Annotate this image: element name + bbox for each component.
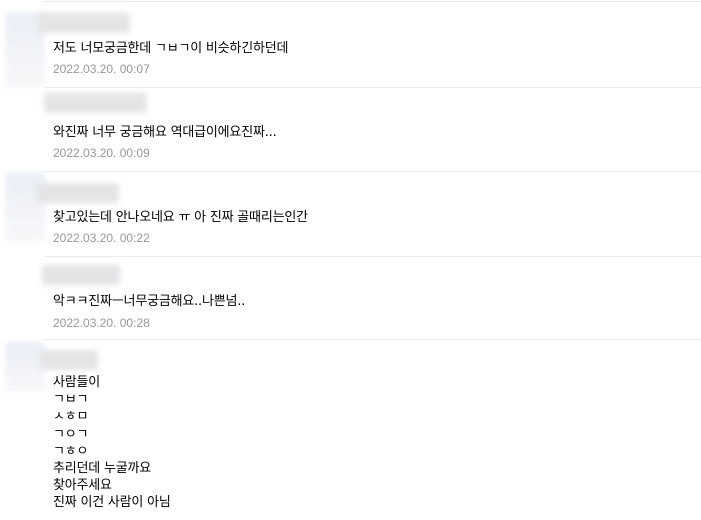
comment-item: 찾고있는데 안나오네요 ㅠ 아 진짜 골때리는인간 2022.03.20. 00… — [0, 172, 701, 257]
comment-line: 사람들이 — [53, 375, 101, 390]
author-name-blurred — [40, 350, 98, 370]
comment-line: 진짜 이건 사람이 아님 — [53, 495, 171, 511]
author-name-blurred — [36, 183, 119, 203]
comment-text: 저도 너모궁금한데 ㄱㅂㄱ이 비슷하긴하던데 — [53, 41, 289, 56]
avatar-blurred — [5, 342, 45, 392]
comment-item: 와진짜 너무 궁금해요 역대급이에요진짜... 2022.03.20. 00:0… — [0, 88, 701, 172]
comment-text: 악ㅋㅋ진짜ㅡ너무궁금해요..나쁜넘.. — [53, 294, 246, 309]
author-name-blurred — [44, 93, 147, 113]
comment-line: ㄱㅂㄱ — [53, 392, 89, 408]
comment-line: 추리던데 누굴까요 — [53, 461, 152, 477]
comment-text: 와진짜 너무 궁금해요 역대급이에요진짜... — [53, 125, 277, 140]
comment-date: 2022.03.20. 00:09 — [53, 146, 150, 160]
comment-item: 사람들이 ㄱㅂㄱ ㅅㅎㅁ ㄱㅇㄱ ㄱㅎㅇ 추리던데 누굴까요 찾아주세요 진짜 … — [0, 340, 701, 520]
comment-line: 찾아주세요 — [53, 478, 112, 494]
author-name-blurred — [38, 13, 130, 33]
comment-text-multiline: 사람들이 ㄱㅂㄱ ㅅㅎㅁ ㄱㅇㄱ ㄱㅎㅇ 추리던데 누굴까요 찾아주세요 진짜 … — [53, 374, 171, 512]
comment-line: ㅅㅎㅁ — [53, 409, 89, 425]
comment-text: 찾고있는데 안나오네요 ㅠ 아 진짜 골때리는인간 — [53, 210, 308, 225]
comment-line: ㄱㅇㄱ — [53, 426, 89, 442]
comment-date: 2022.03.20. 00:22 — [53, 231, 150, 245]
comment-item: 악ㅋㅋ진짜ㅡ너무궁금해요..나쁜넘.. 2022.03.20. 00:28 — [0, 256, 701, 340]
author-name-blurred — [42, 265, 120, 285]
comment-date: 2022.03.20. 00:28 — [53, 316, 150, 330]
comment-item: 저도 너모궁금한데 ㄱㅂㄱ이 비슷하긴하던데 2022.03.20. 00:07 — [0, 0, 701, 88]
comment-date: 2022.03.20. 00:07 — [53, 62, 150, 76]
comment-line: ㄱㅎㅇ — [53, 443, 89, 459]
